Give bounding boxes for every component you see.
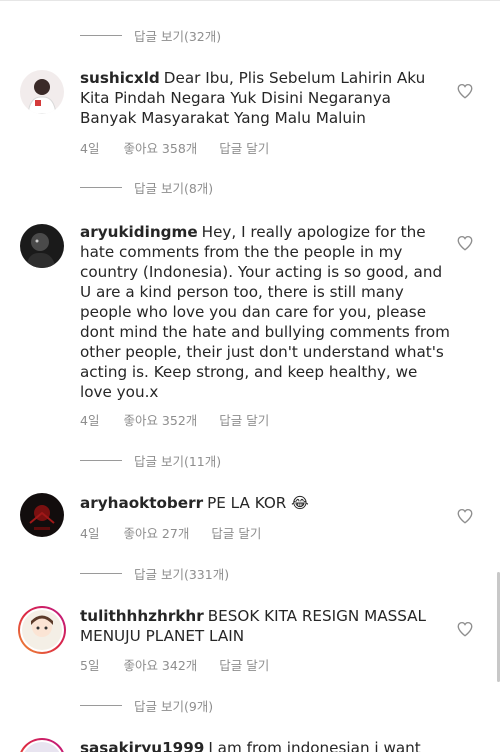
heart-outline-icon[interactable] bbox=[456, 234, 474, 252]
avatar[interactable] bbox=[20, 70, 64, 114]
replies-dash bbox=[80, 186, 122, 188]
avatar[interactable] bbox=[20, 224, 64, 268]
view-replies-label: 답글 보기(32개) bbox=[134, 28, 222, 44]
view-replies-label: 답글 보기(9개) bbox=[134, 698, 214, 714]
comment-text-block: aryukidingme Hey, I really apologize for … bbox=[80, 222, 450, 402]
comment-text: PE LA KOR 😂 bbox=[207, 494, 309, 512]
comment-username[interactable]: tulithhhzhrkhr bbox=[80, 607, 204, 625]
comment-time: 5일 bbox=[80, 658, 100, 673]
comment-username[interactable]: sushicxld bbox=[80, 69, 160, 87]
view-replies-label: 답글 보기(8개) bbox=[134, 180, 214, 196]
reply-button[interactable]: 답글 달기 bbox=[219, 138, 269, 157]
view-replies-button[interactable]: 답글 보기(331개) bbox=[80, 564, 229, 582]
reply-button[interactable]: 답글 달기 bbox=[211, 523, 261, 542]
comment-likes[interactable]: 좋아요 358개 bbox=[123, 138, 197, 157]
comment-username[interactable]: aryhaoktoberr bbox=[80, 494, 203, 512]
reply-button[interactable]: 답글 달기 bbox=[219, 410, 269, 429]
view-replies-button[interactable]: 답글 보기(11개) bbox=[80, 451, 221, 469]
replies-dash bbox=[80, 572, 122, 574]
replies-dash bbox=[80, 34, 122, 36]
comment-time: 4일 bbox=[80, 141, 100, 156]
comment-text: Hey, I really apologize for the hate com… bbox=[80, 223, 450, 401]
comment-text: I am from indonesian i want bbox=[208, 739, 421, 752]
view-replies-label: 답글 보기(11개) bbox=[134, 453, 222, 469]
top-divider bbox=[0, 0, 500, 1]
comment-time: 4일 bbox=[80, 526, 100, 541]
view-replies-button[interactable]: 답글 보기(8개) bbox=[80, 178, 213, 196]
reply-button[interactable]: 답글 달기 bbox=[219, 655, 269, 674]
comment-username[interactable]: aryukidingme bbox=[80, 223, 198, 241]
comment-meta: 4일 좋아요 358개 답글 달기 bbox=[80, 138, 293, 157]
avatar[interactable] bbox=[18, 738, 66, 752]
view-replies-label: 답글 보기(331개) bbox=[134, 566, 230, 582]
view-replies-button[interactable]: 답글 보기(32개) bbox=[80, 26, 221, 44]
comment-meta: 4일 좋아요 27개 답글 달기 bbox=[80, 523, 285, 542]
comment-text-block: tulithhhzhrkhr BESOK KITA RESIGN MASSAL M… bbox=[80, 606, 450, 646]
comment-likes[interactable]: 좋아요 352개 bbox=[123, 410, 197, 429]
replies-dash bbox=[80, 704, 122, 706]
comment-meta: 4일 좋아요 352개 답글 달기 bbox=[80, 410, 293, 429]
avatar[interactable] bbox=[20, 493, 64, 537]
comment-text-block: aryhaoktoberr PE LA KOR 😂 bbox=[80, 493, 450, 513]
comment-likes[interactable]: 좋아요 27개 bbox=[123, 523, 189, 542]
comment-username[interactable]: sasakiryu1999 bbox=[80, 739, 204, 752]
comment-meta: 5일 좋아요 342개 답글 달기 bbox=[80, 655, 293, 674]
comment-text-block: sushicxld Dear Ibu, Plis Sebelum Lahirin … bbox=[80, 68, 450, 128]
comment-likes[interactable]: 좋아요 342개 bbox=[123, 655, 197, 674]
view-replies-button[interactable]: 답글 보기(9개) bbox=[80, 696, 213, 714]
comment-time: 4일 bbox=[80, 413, 100, 428]
comment-text-block: sasakiryu1999 I am from indonesian i want bbox=[80, 738, 450, 752]
heart-outline-icon[interactable] bbox=[456, 620, 474, 638]
avatar[interactable] bbox=[18, 606, 66, 654]
heart-outline-icon[interactable] bbox=[456, 507, 474, 525]
replies-dash bbox=[80, 459, 122, 461]
heart-outline-icon[interactable] bbox=[456, 82, 474, 100]
